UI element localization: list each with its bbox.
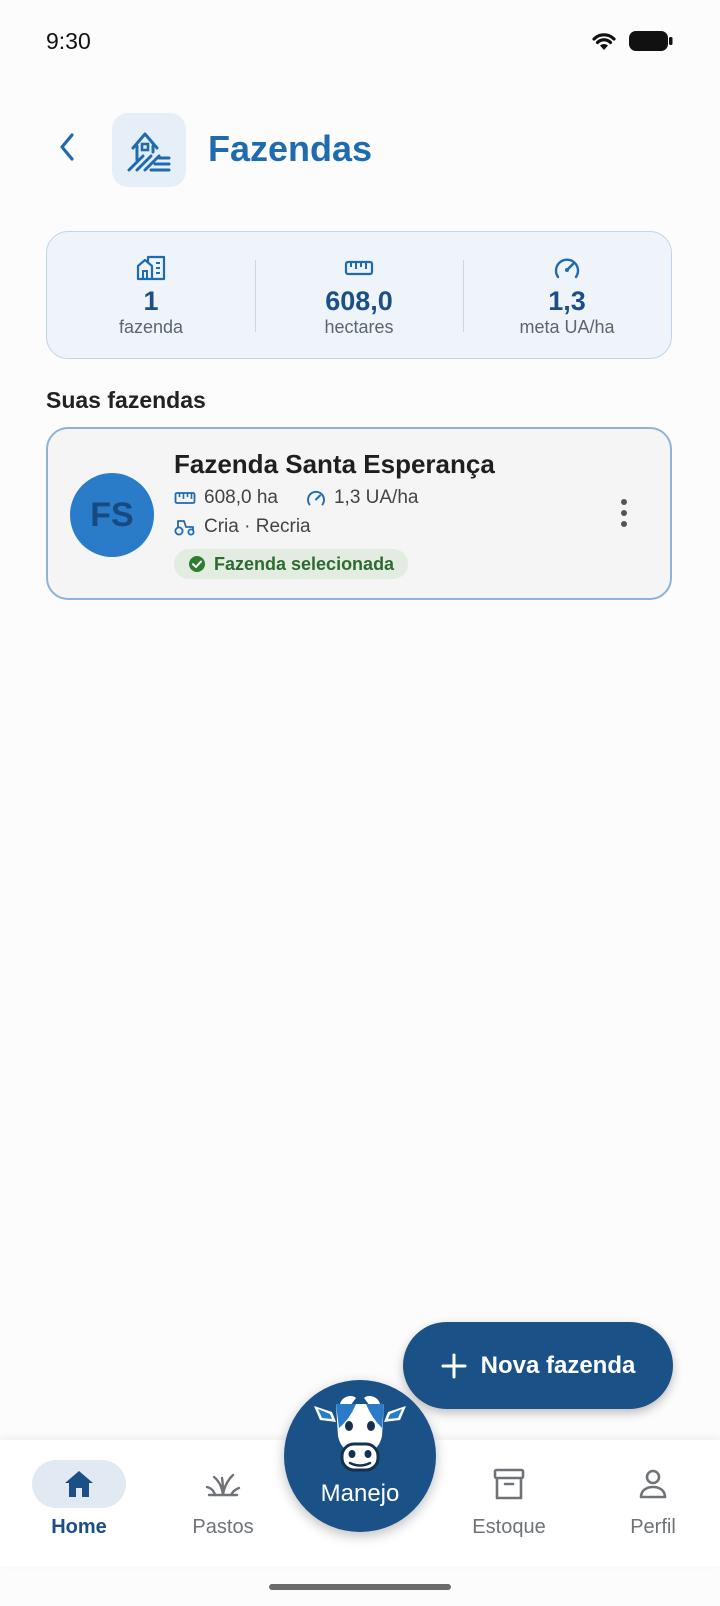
wifi-icon (592, 33, 616, 50)
manejo-label: Manejo (320, 1480, 400, 1507)
page-title: Fazendas (208, 128, 373, 169)
summary-card: 1 fazenda 608,0 hectares 1,3 meta UA/ha (46, 231, 672, 359)
nav-pastos[interactable]: Pastos (168, 1460, 278, 1539)
farm-area: 608,0 ha (204, 487, 278, 508)
badge-label: Fazenda selecionada (214, 553, 395, 574)
farm-icon (127, 132, 171, 172)
nav-perfil[interactable]: Perfil (598, 1460, 708, 1539)
farm-activities: Cria · Recria (204, 516, 311, 537)
farm-name: Fazenda Santa Esperança (174, 449, 495, 479)
new-farm-button[interactable]: Nova fazenda (403, 1322, 673, 1409)
stat-label: meta UA/ha (519, 317, 615, 337)
selected-badge: Fazenda selecionada (174, 549, 409, 579)
stat-farms: 1 fazenda (47, 232, 255, 358)
check-circle-icon (189, 556, 205, 572)
gauge-icon (554, 258, 580, 279)
cow-icon (314, 1396, 406, 1472)
chevron-left-icon (60, 133, 74, 161)
manejo-button[interactable]: Manejo (284, 1380, 436, 1532)
back-button[interactable] (44, 124, 90, 170)
stat-hectares: 608,0 hectares (255, 232, 463, 358)
avatar: FS (70, 473, 154, 557)
more-options-button[interactable] (604, 491, 644, 535)
archive-icon (493, 1468, 525, 1500)
stat-label: hectares (324, 317, 394, 337)
ruler-icon (174, 492, 196, 504)
gauge-icon (307, 490, 325, 506)
nav-label: Perfil (630, 1516, 676, 1538)
building-icon (136, 255, 166, 281)
stat-value: 608,0 (325, 286, 393, 316)
farm-header-icon (112, 113, 186, 187)
farm-stocking: 1,3 UA/ha (333, 487, 419, 508)
farm-activities-row: Cria · Recria (174, 516, 311, 538)
battery-icon (629, 31, 673, 51)
farm-meta: 608,0 ha 1,3 UA/ha (174, 487, 418, 509)
nav-label: Estoque (472, 1516, 546, 1538)
nav-home[interactable]: Home (24, 1460, 134, 1539)
stat-value: 1,3 (548, 286, 586, 316)
stat-target: 1,3 meta UA/ha (463, 232, 671, 358)
more-vert-icon (621, 499, 627, 505)
plus-icon (441, 1353, 467, 1378)
person-icon (639, 1469, 667, 1499)
stat-label: fazenda (118, 317, 184, 337)
home-indicator (269, 1584, 451, 1590)
home-icon (65, 1471, 93, 1497)
status-icons (590, 30, 674, 52)
status-time: 9:30 (46, 28, 91, 54)
stat-value: 1 (143, 286, 159, 316)
grass-icon (205, 1473, 241, 1497)
farm-card[interactable]: FS Fazenda Santa Esperança 608,0 ha 1,3 … (46, 427, 672, 600)
ruler-icon (344, 260, 374, 276)
nav-label: Home (51, 1516, 107, 1538)
fab-label: Nova fazenda (480, 1351, 636, 1379)
section-title: Suas fazendas (46, 387, 206, 413)
nav-label: Pastos (192, 1516, 254, 1538)
nav-estoque[interactable]: Estoque (454, 1460, 564, 1539)
tractor-icon (174, 520, 195, 536)
